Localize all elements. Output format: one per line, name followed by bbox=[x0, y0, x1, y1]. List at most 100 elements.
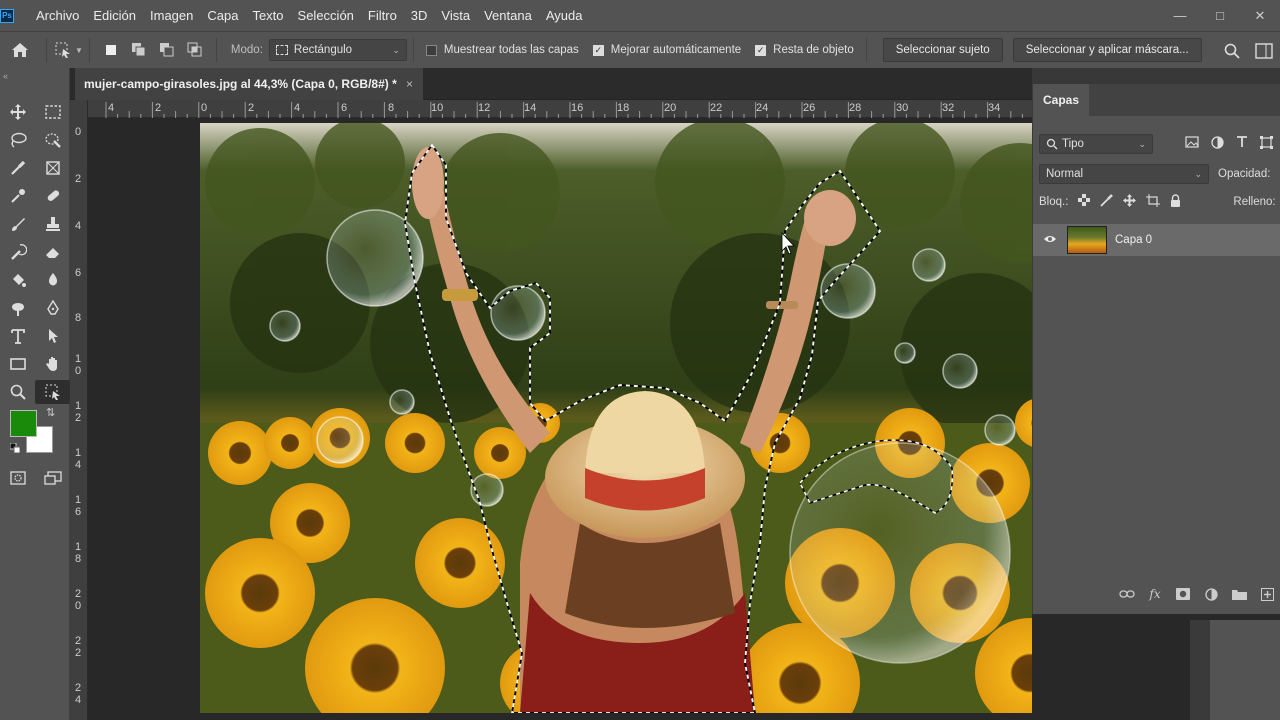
lasso-tool-icon[interactable] bbox=[0, 128, 35, 152]
healing-brush-tool-icon[interactable] bbox=[35, 184, 70, 208]
layer-name[interactable]: Capa 0 bbox=[1115, 234, 1152, 246]
eyedropper-tool-icon[interactable] bbox=[0, 184, 35, 208]
marquee-tool-icon[interactable] bbox=[35, 100, 70, 124]
subtract-from-selection-icon[interactable] bbox=[158, 41, 176, 59]
brush-selection-tool-icon[interactable] bbox=[0, 156, 35, 180]
collapsed-panel bbox=[1210, 620, 1280, 720]
new-layer-icon[interactable] bbox=[1257, 587, 1277, 601]
canvas-image[interactable] bbox=[200, 123, 1078, 713]
eye-icon[interactable] bbox=[1043, 233, 1057, 247]
default-colors-icon[interactable] bbox=[9, 442, 21, 454]
sample-all-layers-label: Muestrear todas las capas bbox=[443, 44, 579, 56]
menu-ventana[interactable]: Ventana bbox=[477, 8, 539, 23]
history-brush-tool-icon[interactable] bbox=[0, 240, 35, 264]
image-filter-icon[interactable] bbox=[1185, 136, 1199, 152]
ruler-label: 20 bbox=[74, 588, 82, 612]
maximize-icon[interactable]: □ bbox=[1200, 8, 1240, 23]
adjustment-filter-icon[interactable] bbox=[1211, 136, 1224, 152]
path-selection-tool-icon[interactable] bbox=[35, 324, 70, 348]
object-selection-tool-icon[interactable] bbox=[35, 380, 70, 404]
new-group-icon[interactable] bbox=[1229, 588, 1249, 600]
type-tool-icon[interactable] bbox=[0, 324, 35, 348]
ruler-label: 34 bbox=[988, 102, 1001, 114]
auto-enhance-label: Mejorar automáticamente bbox=[610, 44, 742, 56]
quick-mask-icon[interactable] bbox=[0, 466, 35, 490]
new-adjustment-icon[interactable] bbox=[1201, 587, 1221, 601]
menu-imagen[interactable]: Imagen bbox=[143, 8, 200, 23]
select-and-mask-button[interactable]: Seleccionar y aplicar máscara... bbox=[1012, 38, 1202, 62]
document-tab[interactable]: mujer-campo-girasoles.jpg al 44,3% (Capa… bbox=[75, 68, 423, 100]
checkbox-box[interactable] bbox=[425, 44, 437, 56]
layer-filter-select[interactable]: Tipo ⌄ bbox=[1039, 134, 1153, 154]
intersect-selection-icon[interactable] bbox=[186, 41, 204, 59]
blur-tool-icon[interactable] bbox=[35, 268, 70, 292]
select-subject-button[interactable]: Seleccionar sujeto bbox=[882, 38, 1003, 62]
stamp-tool-icon[interactable] bbox=[35, 212, 70, 236]
menu-3d[interactable]: 3D bbox=[404, 8, 435, 23]
layer-thumbnail[interactable] bbox=[1067, 226, 1107, 254]
blend-mode-select[interactable]: Normal ⌄ bbox=[1039, 164, 1209, 184]
close-icon[interactable]: ✕ bbox=[1240, 8, 1280, 24]
brush-tool-icon[interactable] bbox=[0, 212, 35, 236]
object-selection-tool-preset-icon[interactable] bbox=[53, 40, 73, 60]
lock-pixels-icon[interactable] bbox=[1100, 194, 1114, 210]
workspace-icon[interactable] bbox=[1248, 42, 1280, 59]
quick-selection-tool-icon[interactable] bbox=[35, 128, 70, 152]
object-subtract-checkbox[interactable]: ✓ Resta de objeto bbox=[755, 44, 854, 56]
link-layers-icon[interactable] bbox=[1117, 589, 1137, 599]
new-selection-icon[interactable] bbox=[102, 41, 120, 59]
menu-capa[interactable]: Capa bbox=[200, 8, 245, 23]
menu-ayuda[interactable]: Ayuda bbox=[539, 8, 590, 23]
swap-colors-icon[interactable]: ⇅ bbox=[46, 406, 55, 419]
collapse-icon[interactable]: « bbox=[0, 68, 69, 100]
add-to-selection-icon[interactable] bbox=[130, 41, 148, 59]
auto-enhance-checkbox[interactable]: ✓ Mejorar automáticamente bbox=[592, 44, 742, 56]
vertical-ruler[interactable]: 0 2 4 6 8 10 12 14 16 18 20 22 24 bbox=[70, 100, 88, 720]
frame-tool-icon[interactable] bbox=[35, 156, 70, 180]
minimize-icon[interactable]: — bbox=[1160, 8, 1200, 23]
lock-position-icon[interactable] bbox=[1123, 194, 1137, 210]
type-filter-icon[interactable] bbox=[1236, 136, 1248, 152]
screen-mode-icon[interactable] bbox=[35, 466, 70, 490]
hand-tool-icon[interactable] bbox=[35, 352, 70, 376]
checkmark-icon[interactable]: ✓ bbox=[592, 44, 604, 56]
ruler-label: 30 bbox=[896, 102, 909, 114]
photoshop-logo[interactable]: Ps bbox=[0, 8, 14, 23]
add-mask-icon[interactable] bbox=[1173, 588, 1193, 600]
menu-vista[interactable]: Vista bbox=[434, 8, 477, 23]
document-tab-title: mujer-campo-girasoles.jpg al 44,3% (Capa… bbox=[84, 77, 397, 91]
home-icon[interactable] bbox=[0, 32, 40, 69]
close-tab-icon[interactable]: × bbox=[406, 77, 413, 91]
tools-panel: « ⇅ bbox=[0, 68, 70, 720]
rectangle-tool-icon[interactable] bbox=[0, 352, 35, 376]
menu-archivo[interactable]: Archivo bbox=[29, 8, 86, 23]
chevron-down-icon[interactable]: ▼ bbox=[75, 46, 83, 55]
lock-all-icon[interactable] bbox=[1170, 194, 1181, 210]
foreground-color-swatch[interactable] bbox=[10, 410, 37, 437]
transform-filter-icon[interactable] bbox=[1260, 136, 1273, 152]
scrollbar-track[interactable] bbox=[1190, 620, 1210, 720]
menu-seleccion[interactable]: Selección bbox=[291, 8, 361, 23]
lock-transparency-icon[interactable] bbox=[1078, 194, 1091, 210]
paint-bucket-tool-icon[interactable] bbox=[0, 268, 35, 292]
horizontal-ruler[interactable]: 4 2 0 2 4 6 8 10 12 14 16 18 20 22 24 26… bbox=[88, 100, 1032, 118]
blend-row: Normal ⌄ Opacidad: bbox=[1033, 164, 1280, 184]
dodge-tool-icon[interactable] bbox=[0, 296, 35, 320]
mode-select[interactable]: Rectángulo ⌄ bbox=[268, 39, 407, 61]
move-tool-icon[interactable] bbox=[0, 100, 35, 124]
checkmark-icon[interactable]: ✓ bbox=[755, 44, 767, 56]
menu-filtro[interactable]: Filtro bbox=[361, 8, 404, 23]
fx-icon[interactable]: fx bbox=[1145, 587, 1165, 601]
zoom-tool-icon[interactable] bbox=[0, 380, 35, 404]
lock-artboard-icon[interactable] bbox=[1146, 194, 1161, 210]
menu-texto[interactable]: Texto bbox=[245, 8, 290, 23]
fill-label: Relleno: bbox=[1233, 196, 1276, 208]
layer-row[interactable]: Capa 0 bbox=[1033, 224, 1280, 256]
eraser-tool-icon[interactable] bbox=[35, 240, 70, 264]
pen-tool-icon[interactable] bbox=[35, 296, 70, 320]
ruler-label: 20 bbox=[664, 102, 677, 114]
tab-capas[interactable]: Capas bbox=[1033, 84, 1090, 116]
sample-all-layers-checkbox[interactable]: Muestrear todas las capas bbox=[425, 44, 579, 56]
menu-edicion[interactable]: Edición bbox=[86, 8, 143, 23]
search-icon[interactable] bbox=[1216, 43, 1248, 59]
